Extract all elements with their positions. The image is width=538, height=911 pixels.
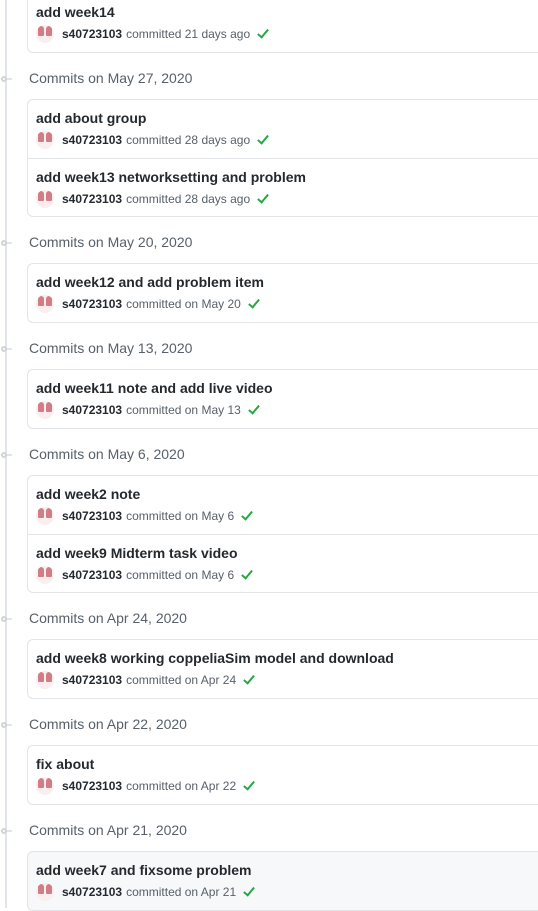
commit-row[interactable]: add week13 networksetting and problem s4… [28,158,538,216]
commit-message-link[interactable]: add week9 Midterm task video [36,545,238,561]
commit-time: committed on May 13 [126,403,241,417]
avatar[interactable] [36,777,54,795]
commit-message-link[interactable]: add week2 note [36,486,140,502]
timeline-connector [7,618,12,620]
timeline-connector [7,78,12,80]
timeline-connector [7,830,12,832]
avatar[interactable] [36,883,54,901]
commit-message-link[interactable]: add week7 and fixsome problem [36,862,252,878]
commit-meta: s40723103 committed on Apr 22 [36,776,256,796]
commit-meta: s40723103 committed on May 13 [36,400,261,420]
commit-time: committed on Apr 21 [126,885,237,899]
avatar[interactable] [36,25,54,43]
commit-group-title: Commits on Apr 24, 2020 [29,610,187,626]
commit-group-title: Commits on May 27, 2020 [29,70,193,86]
commit-group-header: Commits on Apr 22, 2020 [0,716,538,738]
commit-group-card: add week11 note and add live video s4072… [27,369,538,429]
commit-message-link[interactable]: add week14 [36,4,115,20]
author-link[interactable]: s40723103 [62,509,122,523]
commit-group-title: Commits on May 13, 2020 [29,340,193,356]
commit-group-card: fix about s40723103 committed on Apr 22 [27,745,538,805]
avatar[interactable] [36,671,54,689]
commit-meta: s40723103 committed 28 days ago [36,189,270,209]
commit-group-title: Commits on Apr 22, 2020 [29,716,187,732]
commit-group-header: Commits on Apr 21, 2020 [0,822,538,844]
timeline-connector [7,348,12,350]
commit-message-link[interactable]: add week11 note and add live video [36,380,273,396]
commit-row[interactable]: add about group s40723103 committed 28 d… [28,100,538,158]
commit-group-card: add week14 s40723103 committed 21 days a… [27,0,538,53]
commit-group-header: Commits on May 27, 2020 [0,70,538,92]
commit-group-header: Commits on May 6, 2020 [0,446,538,468]
author-link[interactable]: s40723103 [62,27,122,41]
check-success-icon[interactable] [256,192,270,206]
avatar[interactable] [36,507,54,525]
check-success-icon[interactable] [256,27,270,41]
commit-group-title: Commits on May 20, 2020 [29,234,193,250]
commit-message-link[interactable]: add about group [36,110,146,126]
commit-time: committed 28 days ago [126,133,251,147]
commit-group-header: Commits on Apr 24, 2020 [0,610,538,632]
commit-group-card: add week12 and add problem item s4072310… [27,263,538,323]
commit-time: committed on May 20 [126,297,241,311]
author-link[interactable]: s40723103 [62,568,122,582]
commit-time: committed 21 days ago [126,27,251,41]
avatar[interactable] [36,295,54,313]
commit-meta: s40723103 committed on May 20 [36,294,261,314]
commit-time: committed 28 days ago [126,192,251,206]
commit-group-title: Commits on May 6, 2020 [29,446,185,462]
commit-meta: s40723103 committed 28 days ago [36,130,270,150]
commit-group-card: add about group s40723103 committed 28 d… [27,99,538,217]
check-success-icon[interactable] [242,673,256,687]
commit-row[interactable]: add week12 and add problem item s4072310… [28,264,538,322]
commit-group-header: Commits on May 13, 2020 [0,340,538,362]
check-success-icon[interactable] [247,297,261,311]
author-link[interactable]: s40723103 [62,192,122,206]
commit-time: committed on Apr 24 [126,673,237,687]
commit-time: committed on May 6 [126,568,235,582]
author-link[interactable]: s40723103 [62,779,122,793]
avatar[interactable] [36,131,54,149]
commit-row[interactable]: add week8 working coppeliaSim model and … [28,640,538,698]
check-success-icon[interactable] [256,133,270,147]
commit-meta: s40723103 committed on May 6 [36,565,254,585]
commit-row[interactable]: fix about s40723103 committed on Apr 22 [28,746,538,804]
commit-meta: s40723103 committed 21 days ago [36,24,270,44]
timeline-connector [7,454,12,456]
commit-group-card: add week8 working coppeliaSim model and … [27,639,538,699]
commit-group-title: Commits on Apr 21, 2020 [29,822,187,838]
check-success-icon[interactable] [247,403,261,417]
commit-group-card: add week2 note s40723103 committed on Ma… [27,475,538,593]
author-link[interactable]: s40723103 [62,885,122,899]
commit-row[interactable]: add week9 Midterm task video s40723103 c… [28,534,538,592]
commit-group-header: Commits on May 20, 2020 [0,234,538,256]
commit-group-card: add week7 and fixsome problem s40723103 … [27,851,538,911]
avatar[interactable] [36,401,54,419]
commit-message-link[interactable]: add week8 working coppeliaSim model and … [36,650,394,666]
commit-message-link[interactable]: add week12 and add problem item [36,274,264,290]
commit-time: committed on Apr 22 [126,779,237,793]
author-link[interactable]: s40723103 [62,297,122,311]
author-link[interactable]: s40723103 [62,403,122,417]
author-link[interactable]: s40723103 [62,673,122,687]
commit-meta: s40723103 committed on Apr 21 [36,882,256,902]
check-success-icon[interactable] [240,568,254,582]
commit-meta: s40723103 committed on Apr 24 [36,670,256,690]
check-success-icon[interactable] [242,779,256,793]
commit-row[interactable]: add week7 and fixsome problem s40723103 … [28,852,538,910]
commit-time: committed on May 6 [126,509,235,523]
check-success-icon[interactable] [242,885,256,899]
avatar[interactable] [36,190,54,208]
check-success-icon[interactable] [240,509,254,523]
author-link[interactable]: s40723103 [62,133,122,147]
commit-row[interactable]: add week14 s40723103 committed 21 days a… [28,0,538,52]
avatar[interactable] [36,566,54,584]
commit-row[interactable]: add week11 note and add live video s4072… [28,370,538,428]
commit-message-link[interactable]: add week13 networksetting and problem [36,169,306,185]
commit-message-link[interactable]: fix about [36,756,94,772]
timeline-connector [7,724,12,726]
timeline-connector [7,242,12,244]
commit-meta: s40723103 committed on May 6 [36,506,254,526]
commit-row[interactable]: add week2 note s40723103 committed on Ma… [28,476,538,534]
